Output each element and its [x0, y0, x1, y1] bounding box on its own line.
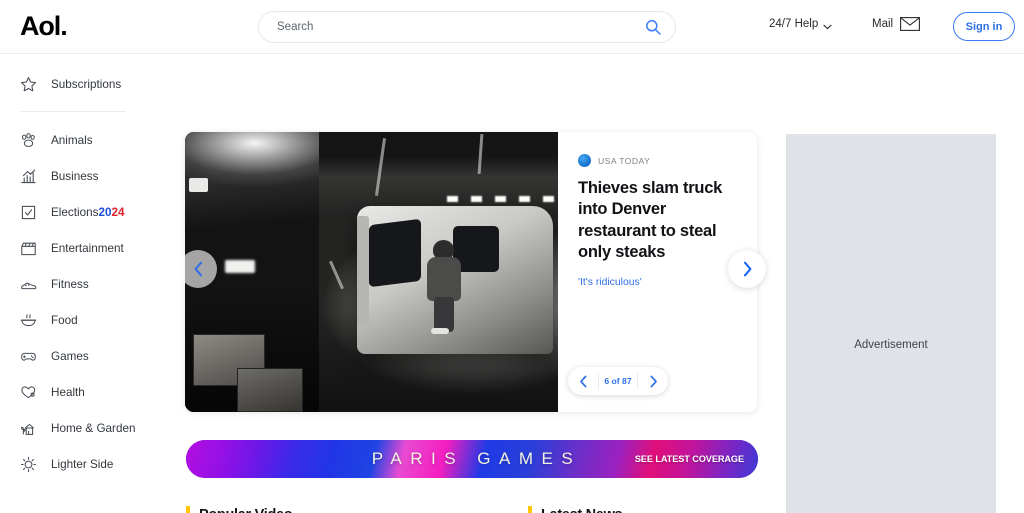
chevron-left-icon: [193, 261, 204, 277]
paris-games-banner[interactable]: PARIS GAMES SEE LATEST COVERAGE: [186, 440, 758, 478]
parking-lane-line: [329, 261, 344, 290]
chevron-down-icon: [823, 21, 832, 27]
sidebar-item-lighter-side[interactable]: Lighter Side: [0, 446, 168, 482]
bowl-icon: [20, 312, 37, 329]
sidebar-item-subscriptions[interactable]: Subscriptions: [0, 66, 168, 102]
sidebar-item-label: Lighter Side: [51, 458, 113, 471]
search-input[interactable]: [277, 21, 645, 33]
latest-news-heading: Latest News: [528, 506, 768, 513]
sign-in-button[interactable]: Sign in: [953, 12, 1015, 41]
aol-logo[interactable]: Aol.: [20, 11, 67, 42]
house-plant-icon: [20, 420, 37, 437]
sidebar-item-fitness[interactable]: Fitness: [0, 266, 168, 302]
sun-icon: [20, 456, 37, 473]
chevron-left-icon: [579, 375, 588, 388]
site-header: Aol. 24/7 Help Mail Sign in: [0, 0, 1024, 54]
election-year-blue: 20: [98, 206, 111, 219]
popular-video-heading: Popular Video: [186, 506, 506, 513]
sidebar-item-label: Business: [51, 170, 98, 183]
envelope-icon: [900, 17, 920, 31]
sidebar-item-animals[interactable]: Animals: [0, 122, 168, 158]
sidebar-item-label: Subscriptions: [51, 78, 121, 91]
security-camera-parking-view: [319, 132, 558, 412]
search-icon[interactable]: [645, 19, 661, 35]
truck-open-door: [357, 216, 369, 326]
hero-subtitle[interactable]: 'It's ridiculous': [578, 277, 735, 288]
usa-today-logo-icon: [578, 154, 591, 167]
sidebar-divider: [20, 111, 126, 112]
person-shoe: [431, 328, 449, 334]
chevron-right-icon: [742, 261, 753, 277]
sidebar-item-health[interactable]: Health: [0, 374, 168, 410]
sidebar-item-label: Food: [51, 314, 78, 327]
person-figure: [427, 240, 461, 332]
person-legs: [434, 297, 454, 332]
hero-headline[interactable]: Thieves slam truck into Denver restauran…: [578, 178, 735, 263]
pager-prev-button[interactable]: [568, 367, 598, 395]
chart-bar-icon: [20, 168, 37, 185]
page-body: Subscriptions Animals: [0, 54, 1024, 513]
sidebar-item-business[interactable]: Business: [0, 158, 168, 194]
sidebar-item-label: Entertainment: [51, 242, 124, 255]
sidebar-nav: Subscriptions Animals: [0, 54, 168, 513]
hero-source: USA TODAY: [578, 154, 735, 167]
section-accent-bar: [528, 506, 532, 513]
camera-light-strip: [189, 178, 208, 192]
paris-games-cta[interactable]: SEE LATEST COVERAGE: [635, 440, 744, 478]
sidebar-item-elections[interactable]: Elections2024: [0, 194, 168, 230]
truck-window-rear: [369, 219, 421, 287]
clapperboard-icon: [20, 240, 37, 257]
hero-text-panel: USA TODAY Thieves slam truck into Denver…: [558, 132, 757, 412]
election-year-red: 24: [111, 206, 124, 219]
shoe-icon: [20, 276, 37, 293]
carousel-prev-button[interactable]: [179, 250, 217, 288]
carousel-next-button[interactable]: [728, 250, 766, 288]
paw-icon: [20, 132, 37, 149]
search-bar[interactable]: [258, 11, 676, 43]
mail-label: Mail: [872, 18, 893, 30]
parking-lane-line: [478, 134, 484, 174]
checkbox-icon: [20, 204, 37, 221]
sidebar-item-label: Games: [51, 350, 89, 363]
mail-link[interactable]: Mail: [872, 17, 920, 31]
help-menu[interactable]: 24/7 Help: [769, 18, 832, 30]
camera-glow: [225, 260, 255, 273]
interior-box-b: [237, 368, 303, 412]
chevron-right-icon: [649, 375, 658, 388]
sidebar-item-food[interactable]: Food: [0, 302, 168, 338]
parking-lane-line: [375, 138, 386, 196]
advertisement-label: Advertisement: [854, 339, 928, 351]
sidebar-item-label: Fitness: [51, 278, 89, 291]
sidebar-item-label: Elections2024: [51, 206, 124, 219]
sidebar-item-games[interactable]: Games: [0, 338, 168, 374]
gamepad-icon: [20, 348, 37, 365]
sidebar-item-label: Animals: [51, 134, 93, 147]
hero-image: [185, 132, 558, 412]
sidebar-item-label: Health: [51, 386, 85, 399]
star-icon: [20, 76, 37, 93]
popular-video-section: Popular Video 'Lighting it up': Watch Sn…: [186, 506, 506, 513]
pager-next-button[interactable]: [638, 367, 668, 395]
advertisement-panel: Advertisement: [786, 134, 996, 513]
sidebar-item-entertainment[interactable]: Entertainment: [0, 230, 168, 266]
sidebar-item-label: Home & Garden: [51, 422, 135, 435]
sidebar-item-home-garden[interactable]: Home & Garden: [0, 410, 168, 446]
pager-count: 6 of 87: [598, 373, 638, 389]
heart-icon: [20, 384, 37, 401]
section-heading-text: Popular Video: [199, 507, 292, 513]
section-accent-bar: [186, 506, 190, 513]
truck-roof-lights: [447, 196, 555, 202]
carousel-pager[interactable]: 6 of 87: [568, 367, 668, 395]
section-heading-text: Latest News: [541, 507, 622, 513]
latest-news-section: Latest News USA TODAY Hurricane Beryl de…: [528, 506, 768, 513]
hero-carousel-card[interactable]: USA TODAY Thieves slam truck into Denver…: [185, 132, 757, 412]
help-label: 24/7 Help: [769, 18, 818, 30]
person-body: [427, 257, 461, 301]
hero-source-label: USA TODAY: [598, 156, 650, 166]
